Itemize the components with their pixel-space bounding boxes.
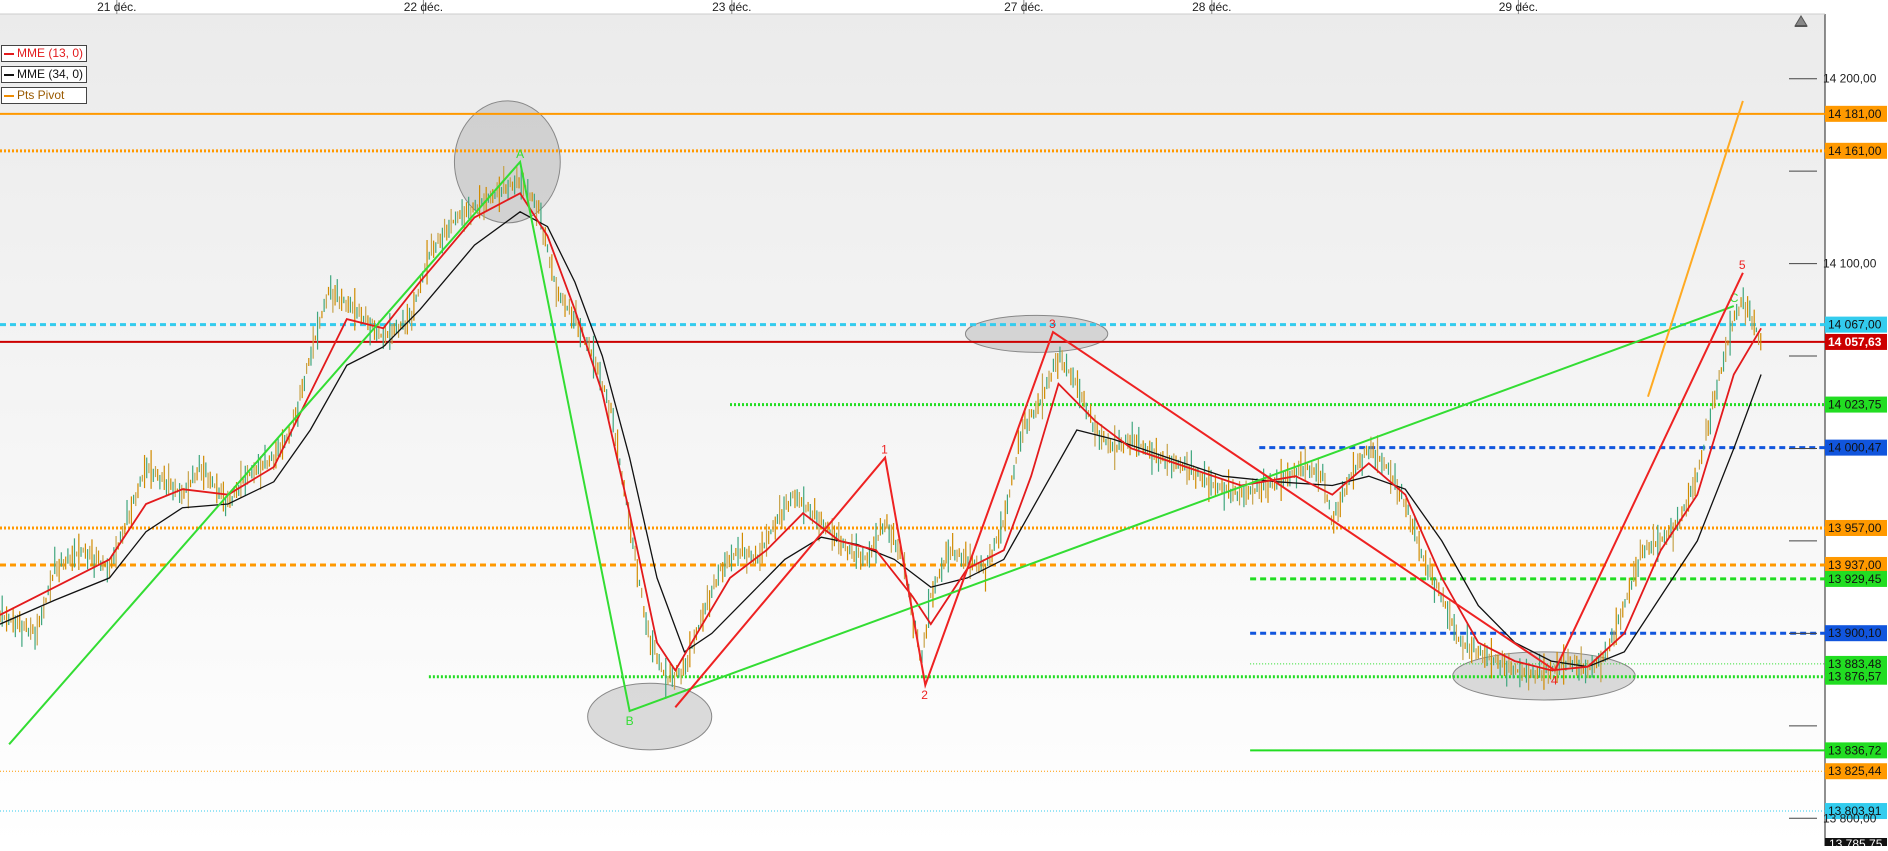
legend-item-pivot-points[interactable]: Pts Pivot xyxy=(1,87,88,104)
level-label: 14 161,00 xyxy=(1828,144,1882,158)
x-tick-label: 22 déc. xyxy=(404,0,443,14)
level-label: 13 836,72 xyxy=(1828,743,1882,757)
level-label: 14 023,75 xyxy=(1828,398,1882,412)
y-tick-label: 14 100,00 xyxy=(1823,257,1877,271)
legend-swatch-mme-13 xyxy=(4,52,14,55)
chart-legend: MME (13, 0) MME (34, 0) Pts Pivot xyxy=(1,45,88,108)
wave-pattern-label: 3 xyxy=(1049,317,1056,331)
wave-pattern-label: 4 xyxy=(1551,673,1558,687)
legend-item-mme-13[interactable]: MME (13, 0) xyxy=(1,45,88,62)
level-label: 14 057,63 xyxy=(1828,335,1882,349)
level-label: 13 957,00 xyxy=(1828,521,1882,535)
highlight-ellipse[interactable] xyxy=(964,314,1109,353)
chart-canvas[interactable]: 14 181,00 14 161,00 14 067,00 14 057,63 14 0… xyxy=(0,0,1888,851)
level-label: 14 181,00 xyxy=(1828,107,1882,121)
x-tick-label: 27 déc. xyxy=(1004,0,1043,14)
bottom-price-label: 13 785,75 xyxy=(1829,837,1883,846)
legend-label-mme-34: MME (34, 0) xyxy=(17,67,84,81)
level-label: 13 825,44 xyxy=(1828,764,1882,778)
x-tick-label: 29 déc. xyxy=(1499,0,1538,14)
scale-reset-icon[interactable] xyxy=(1794,14,1808,28)
wave-pattern-label: 5 xyxy=(1739,258,1746,272)
level-label: 14 067,00 xyxy=(1828,318,1882,332)
legend-label-pivot-points: Pts Pivot xyxy=(17,88,65,102)
legend-label-mme-13: MME (13, 0) xyxy=(17,46,84,60)
level-label: 13 876,57 xyxy=(1828,670,1882,684)
y-tick-label: 13 800,00 xyxy=(1823,811,1877,825)
highlight-ellipse[interactable] xyxy=(587,682,713,751)
x-tick-label: 21 déc. xyxy=(97,0,136,14)
highlight-ellipse[interactable] xyxy=(453,100,561,224)
x-tick-label: 23 déc. xyxy=(712,0,751,14)
abc-pattern-label: A xyxy=(516,147,524,161)
price-chart[interactable]: 14 181,00 14 161,00 14 067,00 14 057,63 14 0… xyxy=(0,0,1888,851)
abc-pattern-label: B xyxy=(626,714,634,728)
legend-swatch-pivot-points xyxy=(4,94,14,97)
wave-pattern-label: 2 xyxy=(921,688,928,702)
plot-area[interactable] xyxy=(0,14,1825,846)
level-label: 13 900,10 xyxy=(1828,626,1882,640)
level-label: 13 929,45 xyxy=(1828,572,1882,586)
level-label: 13 937,00 xyxy=(1828,558,1882,572)
x-tick-label: 28 déc. xyxy=(1192,0,1231,14)
y-tick-label: 14 200,00 xyxy=(1823,72,1877,86)
level-label: 14 000,47 xyxy=(1828,441,1882,455)
legend-item-mme-34[interactable]: MME (34, 0) xyxy=(1,66,88,83)
legend-swatch-mme-34 xyxy=(4,73,14,76)
wave-pattern-label: 1 xyxy=(881,443,888,457)
